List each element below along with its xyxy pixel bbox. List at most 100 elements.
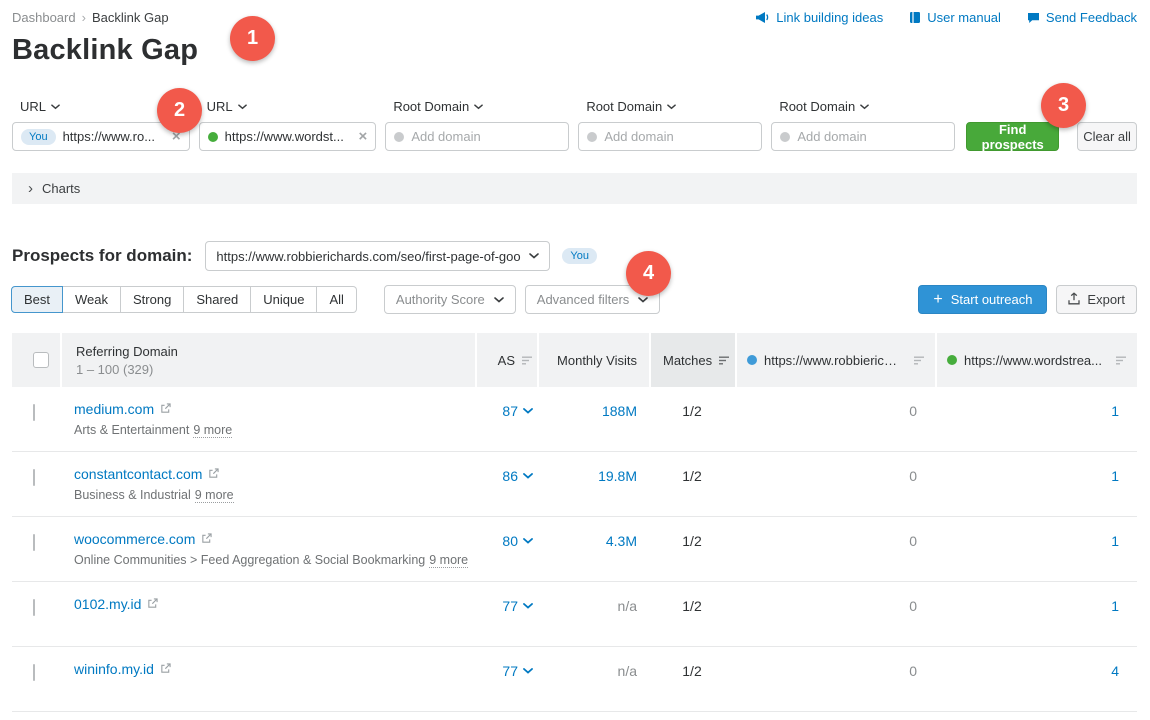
header-competitor-domain[interactable]: https://www.wordstrea... xyxy=(935,333,1137,387)
sort-icon xyxy=(522,353,533,368)
authority-score-filter[interactable]: Authority Score xyxy=(384,285,516,314)
prospect-domain-select[interactable]: https://www.robbierichards.com/seo/first… xyxy=(205,241,550,271)
prospects-row: Prospects for domain: https://www.robbie… xyxy=(12,241,1137,271)
header-referring-domain: Referring Domain 1 – 100 (329) xyxy=(60,333,475,387)
select-all-checkbox[interactable] xyxy=(33,352,49,368)
competitor-backlinks-count[interactable]: 1 xyxy=(1111,582,1119,646)
tab-weak[interactable]: Weak xyxy=(63,286,121,313)
annotation-circle-1: 1 xyxy=(230,16,275,61)
domain-input-empty-2[interactable] xyxy=(578,122,762,151)
external-link-icon[interactable] xyxy=(201,532,212,547)
chevron-right-icon: › xyxy=(28,180,33,197)
monthly-visits-value[interactable]: 188M xyxy=(602,387,637,419)
authority-score-dropdown[interactable]: 77 xyxy=(502,647,533,679)
field-type-dropdown-4[interactable]: Root Domain xyxy=(578,99,762,114)
user-manual-link[interactable]: User manual xyxy=(909,10,1001,25)
export-icon xyxy=(1068,292,1080,308)
row-checkbox[interactable] xyxy=(33,404,35,421)
annotation-circle-4: 4 xyxy=(626,251,671,296)
breadcrumb-dashboard-link[interactable]: Dashboard xyxy=(12,10,76,25)
chevron-down-icon xyxy=(51,104,60,110)
tab-strong[interactable]: Strong xyxy=(121,286,184,313)
selected-prospect-domain: https://www.robbierichards.com/seo/first… xyxy=(216,249,521,264)
referring-domain-link[interactable]: 0102.my.id xyxy=(74,596,141,612)
filters-row: Best Weak Strong Shared Unique All Autho… xyxy=(12,285,1137,314)
competitor-backlinks-count[interactable]: 1 xyxy=(1111,517,1119,581)
link-building-ideas-link[interactable]: Link building ideas xyxy=(755,10,883,25)
row-checkbox[interactable] xyxy=(33,599,35,616)
referring-domain-link[interactable]: woocommerce.com xyxy=(74,531,195,547)
close-icon[interactable]: × xyxy=(359,129,368,144)
header-you-domain[interactable]: https://www.robbierich... xyxy=(735,333,935,387)
authority-score-dropdown[interactable]: 80 xyxy=(502,517,533,549)
monthly-visits-value[interactable]: 19.8M xyxy=(598,452,637,484)
external-link-icon[interactable] xyxy=(160,662,171,677)
header-links: Link building ideas User manual Send Fee… xyxy=(755,10,1137,25)
row-checkbox[interactable] xyxy=(33,664,35,681)
monthly-visits-value: n/a xyxy=(618,647,637,679)
charts-toggle-bar[interactable]: › Charts xyxy=(12,173,1137,204)
table-row: 0102.my.id 77 n/a 1/2 0 1 xyxy=(12,582,1137,647)
tab-shared[interactable]: Shared xyxy=(184,286,251,313)
tab-all[interactable]: All xyxy=(317,286,356,313)
you-backlinks-count: 0 xyxy=(909,452,917,516)
add-domain-input[interactable] xyxy=(604,129,753,144)
competitor-backlinks-count[interactable]: 1 xyxy=(1111,452,1119,516)
domain-input-empty-1[interactable] xyxy=(385,122,569,151)
domain-input-empty-3[interactable] xyxy=(771,122,955,151)
gray-dot-icon xyxy=(587,132,597,142)
domain-input-competitor-1[interactable]: https://www.wordst... × xyxy=(199,122,377,151)
charts-label: Charts xyxy=(42,181,80,196)
query-field-3: Root Domain xyxy=(385,99,569,151)
monthly-visits-value[interactable]: 4.3M xyxy=(606,517,637,549)
breadcrumb-separator: › xyxy=(82,10,86,25)
competitor-backlinks-count[interactable]: 1 xyxy=(1111,387,1119,451)
add-domain-input[interactable] xyxy=(411,129,560,144)
chevron-down-icon xyxy=(494,297,504,303)
authority-score-dropdown[interactable]: 77 xyxy=(502,582,533,614)
more-categories-link[interactable]: 9 more xyxy=(193,423,232,438)
referring-domain-link[interactable]: wininfo.my.id xyxy=(74,661,154,677)
start-outreach-button[interactable]: + Start outreach xyxy=(918,285,1047,314)
you-badge: You xyxy=(562,248,597,264)
domain-input-value[interactable]: https://www.ro... xyxy=(63,129,165,144)
header-monthly-visits[interactable]: Monthly Visits xyxy=(537,333,649,387)
add-domain-input[interactable] xyxy=(797,129,946,144)
field-type-dropdown-3[interactable]: Root Domain xyxy=(385,99,569,114)
chevron-down-icon xyxy=(523,473,533,479)
matches-value: 1/2 xyxy=(682,582,701,646)
you-backlinks-count: 0 xyxy=(909,647,917,711)
header-matches[interactable]: Matches xyxy=(649,333,735,387)
referring-domain-link[interactable]: medium.com xyxy=(74,401,154,417)
tab-best[interactable]: Best xyxy=(11,286,63,313)
external-link-icon[interactable] xyxy=(208,467,219,482)
more-categories-link[interactable]: 9 more xyxy=(195,488,234,503)
breadcrumb: Dashboard›Backlink Gap xyxy=(12,10,169,25)
referring-domain-link[interactable]: constantcontact.com xyxy=(74,466,202,482)
tab-unique[interactable]: Unique xyxy=(251,286,317,313)
matches-value: 1/2 xyxy=(682,452,701,516)
table-row: wininfo.my.id 77 n/a 1/2 0 4 xyxy=(12,647,1137,712)
clear-all-button[interactable]: Clear all xyxy=(1077,122,1137,151)
external-link-icon[interactable] xyxy=(160,402,171,417)
you-backlinks-count: 0 xyxy=(909,387,917,451)
export-button[interactable]: Export xyxy=(1056,285,1137,314)
competitor-backlinks-count[interactable]: 4 xyxy=(1111,647,1119,711)
more-categories-link[interactable]: 9 more xyxy=(429,553,468,568)
domain-input-value[interactable]: https://www.wordst... xyxy=(225,129,352,144)
table-row: woocommerce.com Online Communities > Fee… xyxy=(12,517,1137,582)
speech-bubble-icon xyxy=(1027,12,1040,24)
prospects-label: Prospects for domain: xyxy=(12,246,192,266)
find-prospects-button[interactable]: Find prospects xyxy=(966,122,1059,151)
external-link-icon[interactable] xyxy=(147,597,158,612)
field-type-dropdown-2[interactable]: URL xyxy=(199,99,377,114)
authority-score-dropdown[interactable]: 86 xyxy=(502,452,533,484)
field-type-dropdown-5[interactable]: Root Domain xyxy=(771,99,955,114)
header-as[interactable]: AS xyxy=(475,333,537,387)
blue-dot-icon xyxy=(747,355,757,365)
authority-score-dropdown[interactable]: 87 xyxy=(502,387,533,419)
send-feedback-link[interactable]: Send Feedback xyxy=(1027,10,1137,25)
row-checkbox[interactable] xyxy=(33,469,35,486)
row-checkbox[interactable] xyxy=(33,534,35,551)
megaphone-icon xyxy=(755,11,770,24)
